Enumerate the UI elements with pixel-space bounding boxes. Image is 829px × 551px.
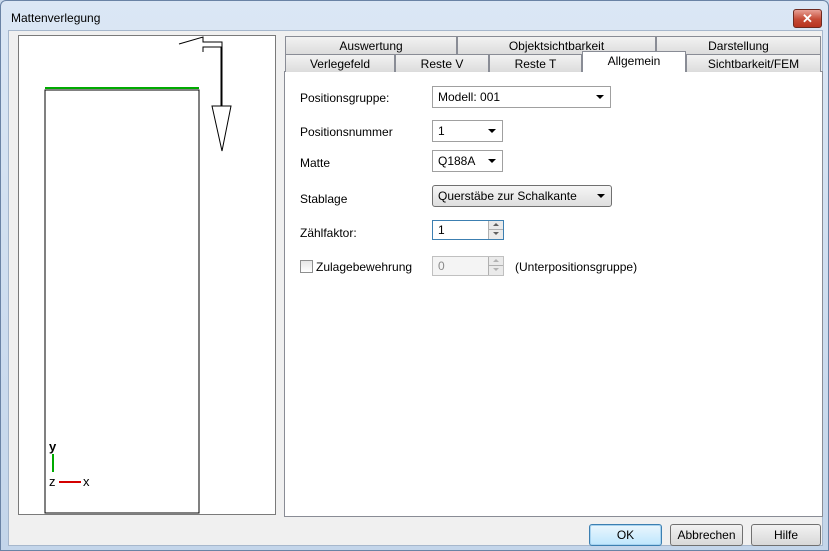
- matte-label: Matte: [300, 156, 331, 170]
- tab-allgemein[interactable]: Allgemein: [582, 51, 686, 72]
- placement-arrow-icon: [178, 36, 232, 152]
- zaehlfaktor-stepper[interactable]: 1: [432, 220, 504, 240]
- zulage-stepper[interactable]: 0: [432, 256, 504, 276]
- positionsgruppe-combo[interactable]: Modell: 001: [432, 86, 611, 108]
- positionsgruppe-value: Modell: 001: [438, 90, 501, 104]
- mat-outline: [44, 89, 200, 514]
- spin-down-icon[interactable]: [488, 230, 503, 239]
- chevron-down-icon: [488, 129, 496, 133]
- zaehlfaktor-value: 1: [438, 223, 445, 237]
- spin-up-icon: [488, 257, 503, 266]
- positionsnummer-combo[interactable]: 1: [432, 120, 503, 142]
- positionsgruppe-label: Positionsgruppe:: [300, 91, 390, 105]
- zulage-suffix: (Unterpositionsgruppe): [515, 260, 638, 274]
- help-button[interactable]: Hilfe: [751, 524, 821, 546]
- matte-combo[interactable]: Q188A: [432, 150, 503, 172]
- zulage-label: Zulagebewehrung: [316, 260, 413, 274]
- chevron-down-icon: [597, 194, 605, 198]
- stablage-value: Querstäbe zur Schalkante: [438, 189, 577, 203]
- tab-sichtbarkeit-fem[interactable]: Sichtbarkeit/FEM: [686, 54, 821, 72]
- ok-button[interactable]: OK: [589, 524, 662, 546]
- chevron-down-icon: [596, 95, 604, 99]
- tab-verlegefeld[interactable]: Verlegefeld: [285, 54, 395, 72]
- spin-up-icon[interactable]: [488, 221, 503, 230]
- axis-y-label: y: [49, 439, 57, 454]
- spin-down-icon: [488, 266, 503, 275]
- axis-x-label: x: [83, 474, 90, 489]
- zaehlfaktor-label: Zählfaktor:: [300, 226, 357, 240]
- close-button[interactable]: ✕: [793, 9, 822, 28]
- tab-reste-v[interactable]: Reste V: [395, 54, 489, 72]
- chevron-down-icon: [488, 159, 496, 163]
- zulage-checkbox[interactable]: [300, 260, 313, 273]
- positionsnummer-value: 1: [438, 124, 445, 138]
- stablage-dropdown[interactable]: Querstäbe zur Schalkante: [432, 185, 612, 207]
- cancel-button[interactable]: Abbrechen: [670, 524, 743, 546]
- axis-z-label: z: [49, 474, 56, 489]
- tab-auswertung[interactable]: Auswertung: [285, 36, 457, 54]
- window-title: Mattenverlegung: [11, 11, 101, 25]
- stablage-label: Stablage: [300, 192, 348, 206]
- preview-canvas: y z x: [18, 35, 276, 515]
- preview-drawing: [44, 36, 232, 514]
- zulage-value: 0: [438, 259, 445, 273]
- tab-reste-t[interactable]: Reste T: [489, 54, 582, 72]
- matte-value: Q188A: [438, 154, 476, 168]
- positionsnummer-label: Positionsnummer: [300, 125, 393, 139]
